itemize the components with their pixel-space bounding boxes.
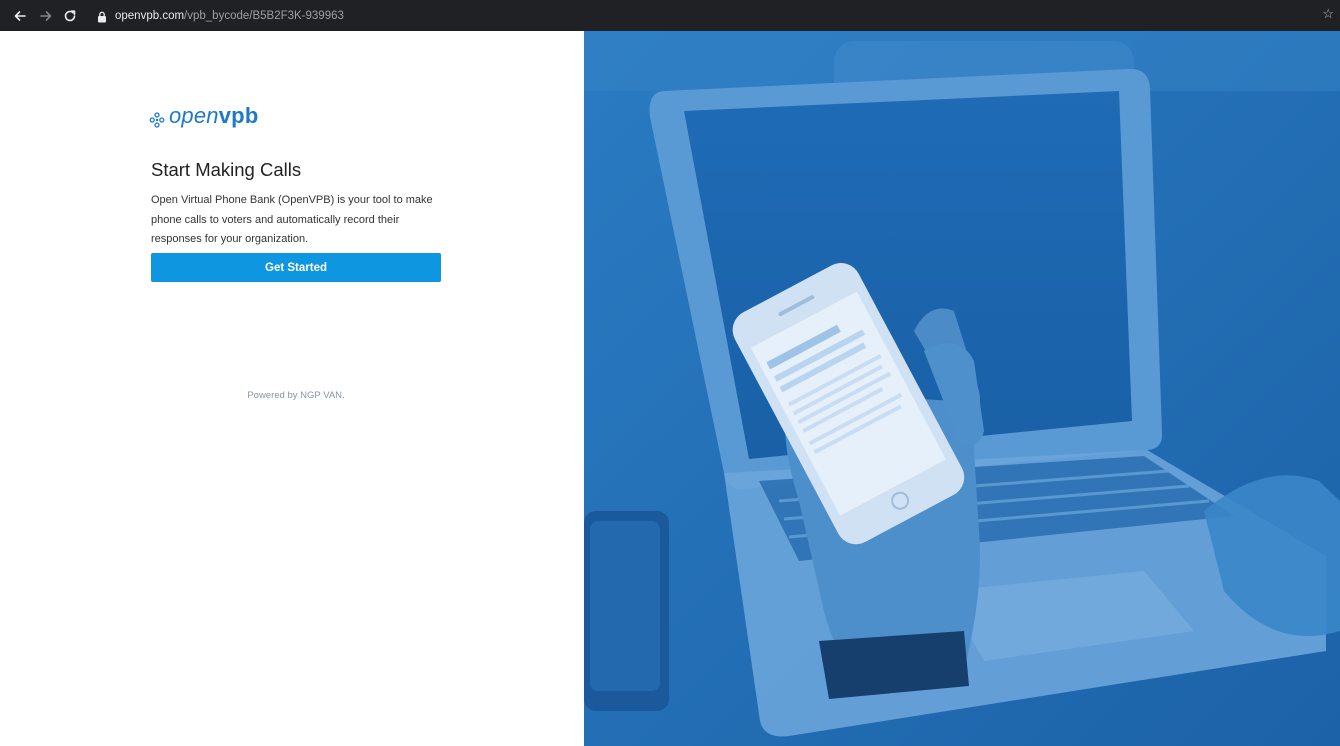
back-arrow-icon[interactable] — [12, 8, 28, 24]
address-bar[interactable]: openvpb.com/vpb_bycode/B5B2F3K-939963 — [115, 9, 344, 23]
logo-wordmark: openvpb — [169, 103, 258, 129]
page-description: Open Virtual Phone Bank (OpenVPB) is you… — [151, 194, 433, 245]
url-path: /vpb_bycode/B5B2F3K-939963 — [184, 10, 344, 22]
lock-icon — [97, 10, 107, 23]
logo-light-text: open — [169, 103, 219, 128]
powered-by-footer: Powered by NGP VAN. — [247, 390, 345, 401]
reload-icon[interactable] — [62, 8, 78, 24]
star-icon[interactable]: ☆ — [1322, 6, 1334, 22]
forward-arrow-icon[interactable] — [38, 8, 54, 24]
browser-toolbar: openvpb.com/vpb_bycode/B5B2F3K-939963 ☆ — [0, 0, 1340, 31]
hero-image — [584, 31, 1340, 746]
url-host: openvpb.com — [115, 10, 185, 22]
hero-illustration — [584, 31, 1340, 746]
get-started-button[interactable]: Get Started — [151, 253, 441, 282]
logo-bold-text: vpb — [218, 103, 259, 128]
logo-mark-icon — [149, 112, 165, 128]
login-panel: openvpb Start Making Calls Open Virtual … — [0, 31, 584, 746]
page-title: Start Making Calls — [151, 159, 302, 180]
